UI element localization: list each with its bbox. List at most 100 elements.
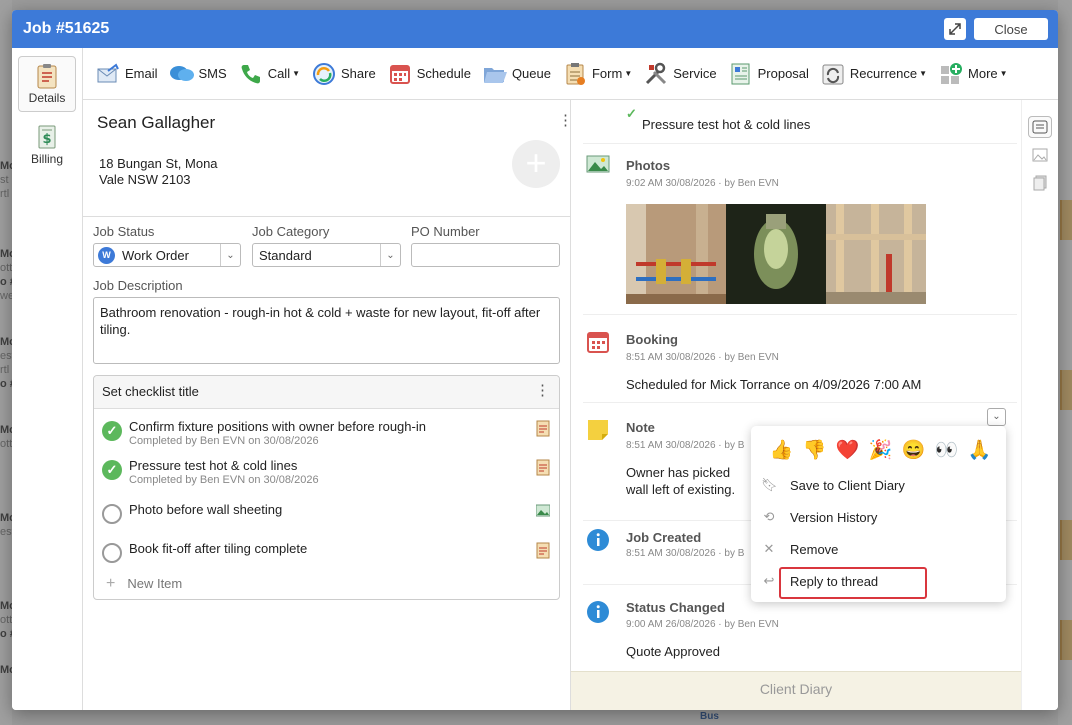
toolbar-service[interactable]: Service <box>643 61 717 87</box>
toolbar-label: SMS <box>198 66 227 81</box>
expand-button[interactable] <box>944 18 966 40</box>
toolbar-sms[interactable]: SMS <box>169 61 227 87</box>
sidenav-item-label: Details <box>28 91 66 105</box>
job-category-select[interactable]: Standard ⌄ <box>252 243 401 267</box>
add-contact-button[interactable]: + <box>512 140 560 188</box>
check-empty-icon[interactable] <box>102 543 122 563</box>
client-diary-button[interactable]: Client Diary <box>571 671 1021 710</box>
clipboard-icon <box>37 64 57 89</box>
close-icon: ✕ <box>763 541 775 556</box>
rail-notes-button[interactable] <box>1028 116 1052 138</box>
new-item-button[interactable]: + New Item <box>106 575 182 593</box>
feed-partial-overflow: · <box>626 100 630 105</box>
rail-photos-button[interactable] <box>1028 144 1052 166</box>
svg-text:$: $ <box>42 132 51 147</box>
phone-icon <box>238 61 264 87</box>
sticky-note-icon <box>588 420 608 440</box>
feed-body: Scheduled for Mick Torrance on 4/09/2026… <box>626 377 922 392</box>
reaction-party[interactable]: 🎉 <box>864 438 897 464</box>
documents-icon <box>1033 175 1047 191</box>
recurrence-icon <box>820 61 846 87</box>
reaction-thumbs-up[interactable]: 👍 <box>765 438 798 464</box>
check-done-icon[interactable]: ✓ <box>102 421 122 441</box>
divider <box>583 143 1017 144</box>
toolbar-label: Proposal <box>757 66 809 81</box>
menu-version-history[interactable]: ⟲ Version History <box>761 506 1001 528</box>
side-nav: Details $ Billing <box>12 48 83 710</box>
feed-meta: 9:02 AM 30/08/2026 · by Ben EVN <box>626 178 779 189</box>
feed-title: Booking <box>626 332 678 347</box>
feed-title: Status Changed <box>626 600 725 615</box>
job-status-label: Job Status <box>93 224 155 239</box>
menu-save-to-client-diary[interactable]: 🔖︎ Save to Client Diary <box>761 474 1001 496</box>
form-doc-icon[interactable] <box>536 419 550 437</box>
address-line: Vale NSW 2103 <box>99 172 191 187</box>
checklist-menu-icon[interactable]: ⋮ <box>535 383 550 398</box>
feed-meta: 9:00 AM 26/08/2026 · by Ben EVN <box>626 619 779 630</box>
toolbar-queue[interactable]: Queue <box>482 61 551 87</box>
modal-title: Job #51625 <box>23 20 110 37</box>
job-photo-thumbnail[interactable] <box>626 204 726 304</box>
calendar-icon <box>587 332 609 353</box>
check-empty-icon[interactable] <box>102 504 122 524</box>
toolbar-label: More <box>968 66 998 81</box>
toolbar-label: Email <box>125 66 158 81</box>
toolbar-email[interactable]: Email <box>95 61 158 87</box>
toolbar-form[interactable]: Form ▼ <box>562 61 632 87</box>
toolbar-more[interactable]: More ▼ <box>938 61 1008 87</box>
close-button[interactable]: Close <box>974 18 1048 40</box>
checklist-item-sub: Completed by Ben EVN on 30/08/2026 <box>129 435 319 447</box>
menu-item-label: Version History <box>790 509 878 525</box>
sidenav-item-details[interactable]: Details <box>18 56 76 112</box>
checklist-item-title: Confirm fixture positions with owner bef… <box>129 419 426 434</box>
job-photo-thumbnail[interactable] <box>726 204 826 304</box>
photo-icon[interactable] <box>536 502 550 520</box>
tools-icon <box>643 61 669 87</box>
check-done-icon[interactable]: ✓ <box>102 460 122 480</box>
toolbar-share[interactable]: Share <box>311 61 376 87</box>
toolbar-call[interactable]: Call ▼ <box>238 61 300 87</box>
feed-title: Note <box>626 420 655 435</box>
toolbar-proposal[interactable]: Proposal <box>728 61 809 87</box>
toolbar-label: Call <box>267 66 291 81</box>
info-icon <box>587 529 609 551</box>
note-options-toggle[interactable]: ⌄ <box>987 408 1006 426</box>
reaction-smile[interactable]: 😄 <box>897 438 930 464</box>
toolbar-recurrence[interactable]: Recurrence ▼ <box>820 61 927 87</box>
reaction-heart[interactable]: ❤️ <box>831 438 864 464</box>
reaction-eyes[interactable]: 👀 <box>930 438 963 464</box>
reply-icon: ↩ <box>763 573 775 588</box>
job-status-select[interactable]: W Work Order ⌄ <box>93 243 241 267</box>
form-doc-icon[interactable] <box>536 541 550 559</box>
po-number-label: PO Number <box>411 224 480 239</box>
toolbar-label: Recurrence <box>849 66 918 81</box>
toolbar-schedule[interactable]: Schedule <box>387 61 471 87</box>
toolbar-label: Queue <box>511 66 551 81</box>
feed-title: Job Created <box>626 530 702 545</box>
chevron-down-icon: ⌄ <box>992 411 1001 422</box>
checklist-item-sub: Completed by Ben EVN on 30/08/2026 <box>129 474 319 486</box>
job-description-input[interactable]: Bathroom renovation - rough-in hot & col… <box>93 297 560 364</box>
new-item-label: New Item <box>127 576 183 591</box>
checklist-header: Set checklist title ⋮ <box>94 376 559 409</box>
job-photo-thumbnail[interactable] <box>826 204 926 304</box>
checklist-title[interactable]: Set checklist title <box>102 384 199 399</box>
plus-icon: + <box>106 575 116 592</box>
toolbar-label: Share <box>341 66 376 81</box>
po-number-input[interactable] <box>411 243 560 267</box>
form-icon <box>562 61 588 87</box>
client-name: Sean Gallagher <box>97 113 216 132</box>
email-icon <box>95 61 121 87</box>
divider <box>83 216 570 217</box>
menu-remove[interactable]: ✕ Remove <box>761 538 1001 560</box>
reaction-thumbs-down[interactable]: 👎 <box>798 438 831 464</box>
form-doc-icon[interactable] <box>536 458 550 476</box>
toolbar-label: Form <box>591 66 623 81</box>
chevron-down-icon: ⌄ <box>220 244 240 266</box>
feed-body: Quote Approved <box>626 644 720 659</box>
rail-documents-button[interactable] <box>1028 172 1052 194</box>
reaction-pray[interactable]: 🙏 <box>963 438 996 464</box>
sidenav-item-billing[interactable]: $ Billing <box>18 118 76 174</box>
chevron-down-icon: ▼ <box>292 69 301 78</box>
job-description-label: Job Description <box>93 278 183 293</box>
